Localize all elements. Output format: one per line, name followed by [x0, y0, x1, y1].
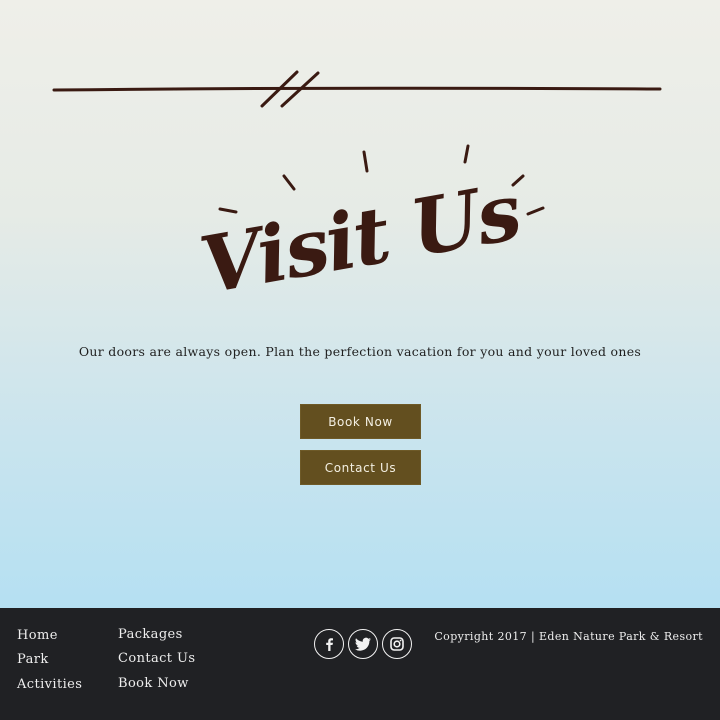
footer-link-book-now[interactable]: Book Now: [118, 676, 189, 691]
twitter-icon[interactable]: [348, 629, 378, 659]
footer-link-packages[interactable]: Packages: [118, 627, 183, 642]
hero-section: Visit Us Our doors are always open. Plan…: [0, 0, 720, 608]
decorative-divider: [52, 70, 662, 108]
book-now-button[interactable]: Book Now: [301, 405, 420, 438]
tagline-text: Our doors are always open. Plan the perf…: [78, 344, 642, 359]
instagram-icon[interactable]: [382, 629, 412, 659]
facebook-icon[interactable]: [314, 629, 344, 659]
footer-link-activities[interactable]: Activities: [17, 677, 82, 692]
footer-link-contact-us[interactable]: Contact Us: [118, 651, 195, 666]
site-footer: Home Park Activities Packages Contact Us…: [0, 608, 720, 720]
footer-link-home[interactable]: Home: [17, 628, 58, 643]
footer-link-park[interactable]: Park: [17, 652, 49, 667]
copyright-text: Copyright 2017 | Eden Nature Park & Reso…: [434, 630, 703, 643]
contact-us-button[interactable]: Contact Us: [301, 451, 420, 484]
